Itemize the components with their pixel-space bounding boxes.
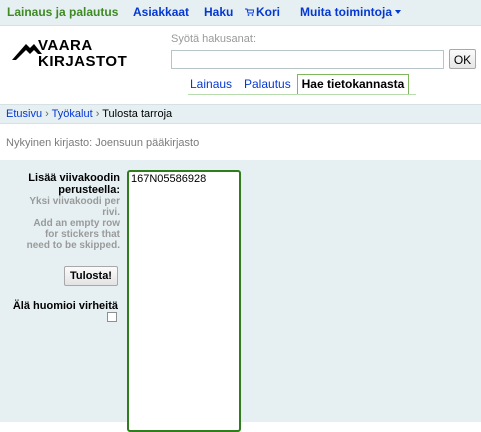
- barcode-label-line2: perusteella:: [58, 184, 120, 196]
- ignore-errors-label: Älä huomioi virheitä: [12, 300, 118, 312]
- nav-kori-label: Kori: [256, 5, 280, 19]
- barcode-textarea[interactable]: 167N05586928: [127, 170, 241, 432]
- nav-muita-label: Muita toimintoja: [300, 5, 392, 19]
- logo[interactable]: VAARA KIRJASTOT: [12, 36, 137, 72]
- current-library: Nykyinen kirjasto: Joensuun pääkirjasto: [6, 137, 200, 149]
- search-input[interactable]: [171, 50, 444, 69]
- hint-line: for stickers that: [44, 229, 120, 240]
- nav-haku[interactable]: Haku: [204, 5, 233, 19]
- breadcrumb-current: Tulosta tarroja: [102, 108, 173, 120]
- logo-line1: VAARA: [38, 37, 93, 54]
- search-ok-button[interactable]: OK: [449, 49, 476, 69]
- hint-line: Add an empty row: [33, 218, 120, 229]
- breadcrumb-etusivu[interactable]: Etusivu: [6, 108, 42, 120]
- chevron-down-icon: [395, 10, 401, 14]
- nav-asiakkaat[interactable]: Asiakkaat: [133, 5, 189, 19]
- nav-muita-toimintoja[interactable]: Muita toimintoja: [300, 5, 401, 19]
- breadcrumb: Etusivu › Työkalut › Tulosta tarroja: [0, 104, 481, 124]
- print-button[interactable]: Tulosta!: [64, 266, 118, 286]
- hint-line: need to be skipped.: [26, 240, 120, 251]
- search-label: Syötä hakusanat:: [171, 33, 257, 45]
- tab-divider: [188, 94, 416, 95]
- nav-lainaus-ja-palautus[interactable]: Lainaus ja palautus: [7, 5, 118, 19]
- barcode-label-line1: Lisää viivakoodin: [28, 172, 120, 184]
- top-navigation: Lainaus ja palautus Asiakkaat Haku Kori …: [0, 0, 481, 26]
- ignore-errors-checkbox[interactable]: [107, 312, 117, 322]
- hint-line: Yksi viivakoodi per: [29, 196, 120, 207]
- hint-line: rivi.: [102, 207, 120, 218]
- header: VAARA KIRJASTOT Syötä hakusanat: OK Lain…: [0, 26, 481, 102]
- tab-hae-tietokannasta[interactable]: Hae tietokannasta: [297, 74, 409, 95]
- nav-kori[interactable]: Kori: [245, 5, 280, 19]
- form-area: Lisää viivakoodin perusteella: Yksi viiv…: [0, 160, 481, 432]
- barcode-label-column: Lisää viivakoodin perusteella: Yksi viiv…: [0, 172, 120, 251]
- cart-icon: [245, 8, 254, 16]
- tab-palautus[interactable]: Palautus: [244, 77, 291, 91]
- breadcrumb-tyokalut[interactable]: Työkalut: [52, 108, 93, 120]
- logo-line2: KIRJASTOT: [38, 53, 128, 70]
- tab-lainaus[interactable]: Lainaus: [190, 77, 232, 91]
- breadcrumb-separator: ›: [45, 108, 52, 120]
